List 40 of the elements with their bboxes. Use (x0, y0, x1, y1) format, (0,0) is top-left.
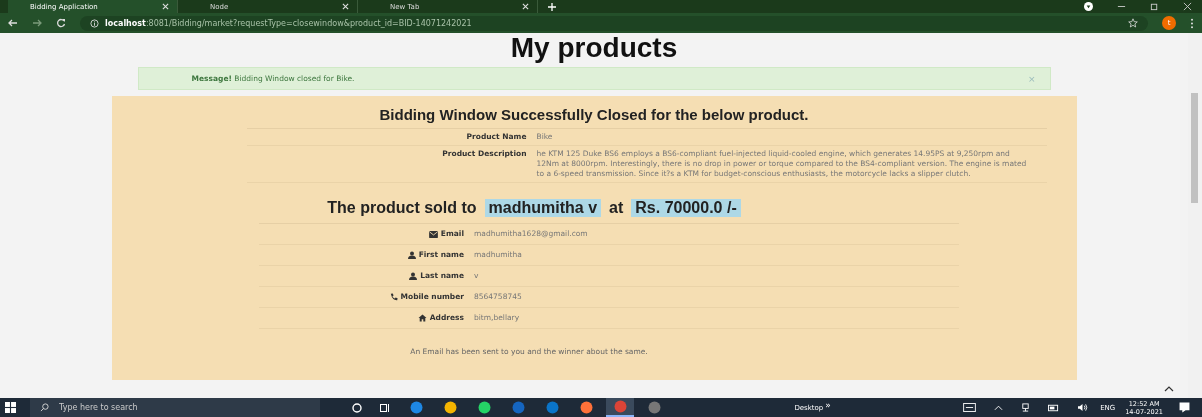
home-icon (417, 314, 427, 322)
phone-icon (389, 293, 398, 301)
url-text: localhost:8081/Bidding/market?requestType=closewindow&product_id=BID-14071242021 (105, 18, 472, 28)
close-icon[interactable] (522, 3, 529, 10)
search-icon (40, 403, 49, 412)
info-icon (90, 18, 99, 28)
close-icon[interactable] (162, 3, 169, 10)
sold-text: The product sold to (327, 199, 477, 217)
caret-up-icon[interactable] (1164, 386, 1174, 392)
menu-icon[interactable] (1190, 17, 1194, 29)
network-icon[interactable] (1021, 403, 1031, 412)
search-field[interactable]: Type here to search (59, 403, 259, 412)
chevron-text[interactable]: » (825, 399, 831, 410)
plus-icon[interactable] (548, 2, 556, 11)
back-arrow-icon[interactable] (8, 18, 18, 28)
sale-price: Rs. 70000.0 /- (631, 199, 741, 217)
close-icon[interactable] (342, 3, 349, 10)
sold-text: at (609, 199, 624, 217)
url-field[interactable]: localhost:8081/Bidding/market?requestType=closewindow&product_id=BID-14071242021 (80, 15, 1148, 31)
taskbar-app[interactable] (606, 398, 634, 417)
keyboard-icon[interactable] (963, 403, 977, 412)
notification-icon[interactable] (1179, 402, 1190, 413)
reload-icon[interactable] (56, 18, 66, 28)
user-icon (407, 251, 416, 259)
close-icon[interactable] (1183, 2, 1192, 11)
user-icon (409, 272, 418, 280)
star-icon[interactable] (1128, 18, 1138, 28)
speaker-icon[interactable] (1077, 403, 1089, 412)
circle-icon[interactable] (352, 402, 362, 413)
restore-icon[interactable] (1150, 2, 1159, 11)
card-title: Bidding Window Successfully Closed for the below product. (379, 106, 809, 123)
search-bar[interactable]: Type here to search (30, 398, 320, 417)
task-view-icon[interactable] (380, 402, 390, 413)
page-heading: My products (510, 33, 678, 63)
envelope-icon (428, 230, 438, 238)
winner-name: madhumitha v (484, 199, 602, 217)
forward-arrow-icon[interactable] (32, 18, 42, 28)
battery-icon[interactable] (1048, 403, 1060, 412)
windows-logo-icon[interactable] (5, 402, 16, 413)
dropdown-icon[interactable] (1084, 2, 1093, 11)
